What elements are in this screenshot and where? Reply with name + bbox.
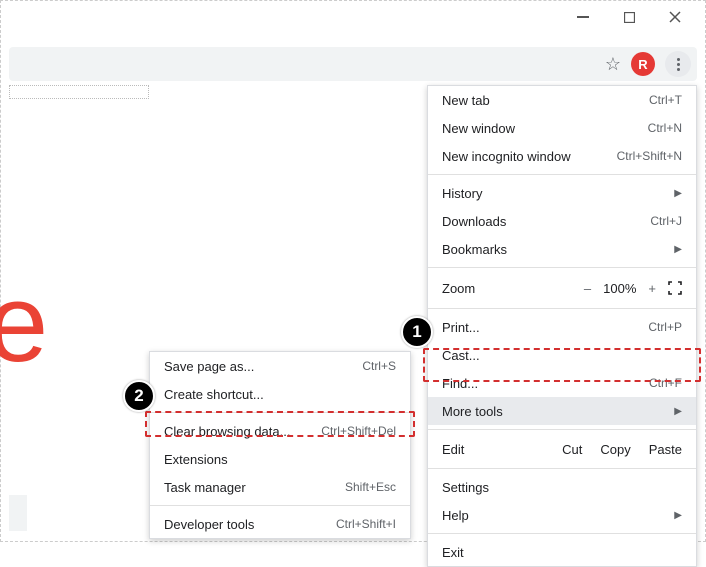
menu-shortcut: Ctrl+F xyxy=(649,376,682,390)
menu-item-new-window[interactable]: New window Ctrl+N xyxy=(428,114,696,142)
google-logo-fragment: e xyxy=(0,291,48,357)
bottom-left-stub xyxy=(9,495,27,531)
menu-separator xyxy=(428,308,696,309)
chevron-right-icon: ▶ xyxy=(674,188,682,199)
zoom-in-button[interactable]: + xyxy=(648,281,656,296)
menu-item-edit: Edit Cut Copy Paste xyxy=(428,434,696,464)
menu-label: Cast... xyxy=(442,348,480,363)
menu-shortcut: Ctrl+S xyxy=(362,359,396,373)
menu-shortcut: Ctrl+N xyxy=(648,121,682,135)
menu-shortcut: Ctrl+Shift+I xyxy=(336,517,396,531)
window-maximize-button[interactable] xyxy=(617,7,641,27)
close-icon xyxy=(669,11,681,23)
menu-label: History xyxy=(442,186,482,201)
menu-separator xyxy=(150,412,410,413)
window-close-button[interactable] xyxy=(663,7,687,27)
menu-label: Settings xyxy=(442,480,489,495)
chevron-right-icon: ▶ xyxy=(674,244,682,255)
menu-item-new-tab[interactable]: New tab Ctrl+T xyxy=(428,86,696,114)
menu-label: Edit xyxy=(442,442,464,457)
menu-item-downloads[interactable]: Downloads Ctrl+J xyxy=(428,207,696,235)
menu-item-cast[interactable]: Cast... xyxy=(428,341,696,369)
menu-item-bookmarks[interactable]: Bookmarks ▶ xyxy=(428,235,696,263)
bookmark-star-icon[interactable]: ☆ xyxy=(605,54,621,75)
menu-label: Create shortcut... xyxy=(164,387,264,402)
menu-label: Developer tools xyxy=(164,517,254,532)
more-tools-submenu: Save page as... Ctrl+S Create shortcut..… xyxy=(149,351,411,539)
menu-label: New incognito window xyxy=(442,149,571,164)
submenu-item-clear-browsing-data[interactable]: Clear browsing data... Ctrl+Shift+Del xyxy=(150,417,410,445)
menu-label: Bookmarks xyxy=(442,242,507,257)
menu-separator xyxy=(428,533,696,534)
chevron-right-icon: ▶ xyxy=(674,510,682,521)
menu-label: Find... xyxy=(442,376,478,391)
edit-paste-button[interactable]: Paste xyxy=(649,442,682,457)
menu-shortcut: Shift+Esc xyxy=(345,480,396,494)
menu-separator xyxy=(428,429,696,430)
menu-label: Help xyxy=(442,508,469,523)
menu-separator xyxy=(428,468,696,469)
fullscreen-icon xyxy=(668,281,682,295)
minimize-icon xyxy=(577,16,589,18)
menu-item-print[interactable]: Print... Ctrl+P xyxy=(428,313,696,341)
menu-item-new-incognito[interactable]: New incognito window Ctrl+Shift+N xyxy=(428,142,696,170)
menu-item-exit[interactable]: Exit xyxy=(428,538,696,566)
menu-label: Downloads xyxy=(442,214,506,229)
kebab-icon xyxy=(677,58,680,71)
maximize-icon xyxy=(624,12,635,23)
edit-copy-button[interactable]: Copy xyxy=(600,442,630,457)
chrome-main-menu: New tab Ctrl+T New window Ctrl+N New inc… xyxy=(427,85,697,567)
zoom-out-button[interactable]: – xyxy=(584,281,591,296)
submenu-item-task-manager[interactable]: Task manager Shift+Esc xyxy=(150,473,410,501)
window-minimize-button[interactable] xyxy=(571,7,595,27)
chevron-right-icon: ▶ xyxy=(674,406,682,417)
menu-shortcut: Ctrl+P xyxy=(648,320,682,334)
menu-label: Print... xyxy=(442,320,480,335)
zoom-value: 100% xyxy=(603,281,636,296)
profile-avatar[interactable]: R xyxy=(631,52,655,76)
menu-item-more-tools[interactable]: More tools ▶ xyxy=(428,397,696,425)
submenu-item-save-page[interactable]: Save page as... Ctrl+S xyxy=(150,352,410,380)
chrome-menu-button[interactable] xyxy=(665,51,691,77)
menu-separator xyxy=(150,505,410,506)
menu-item-history[interactable]: History ▶ xyxy=(428,179,696,207)
edit-cut-button[interactable]: Cut xyxy=(562,442,582,457)
menu-shortcut: Ctrl+Shift+N xyxy=(617,149,682,163)
menu-label: More tools xyxy=(442,404,503,419)
menu-item-settings[interactable]: Settings xyxy=(428,473,696,501)
menu-label: Clear browsing data... xyxy=(164,424,290,439)
menu-label: Task manager xyxy=(164,480,246,495)
submenu-item-create-shortcut[interactable]: Create shortcut... xyxy=(150,380,410,408)
submenu-item-extensions[interactable]: Extensions xyxy=(150,445,410,473)
menu-label: Zoom xyxy=(442,281,475,296)
fullscreen-button[interactable] xyxy=(668,281,682,295)
submenu-item-developer-tools[interactable]: Developer tools Ctrl+Shift+I xyxy=(150,510,410,538)
menu-label: New tab xyxy=(442,93,490,108)
tab-strip-stub xyxy=(9,85,149,99)
menu-shortcut: Ctrl+Shift+Del xyxy=(321,424,396,438)
menu-separator xyxy=(428,174,696,175)
menu-label: New window xyxy=(442,121,515,136)
menu-label: Exit xyxy=(442,545,464,560)
menu-label: Extensions xyxy=(164,452,228,467)
menu-item-find[interactable]: Find... Ctrl+F xyxy=(428,369,696,397)
menu-shortcut: Ctrl+T xyxy=(649,93,682,107)
menu-label: Save page as... xyxy=(164,359,254,374)
menu-separator xyxy=(428,267,696,268)
browser-toolbar: ☆ R xyxy=(9,47,697,81)
menu-shortcut: Ctrl+J xyxy=(650,214,682,228)
menu-item-help[interactable]: Help ▶ xyxy=(428,501,696,529)
menu-item-zoom: Zoom – 100% + xyxy=(428,272,696,304)
